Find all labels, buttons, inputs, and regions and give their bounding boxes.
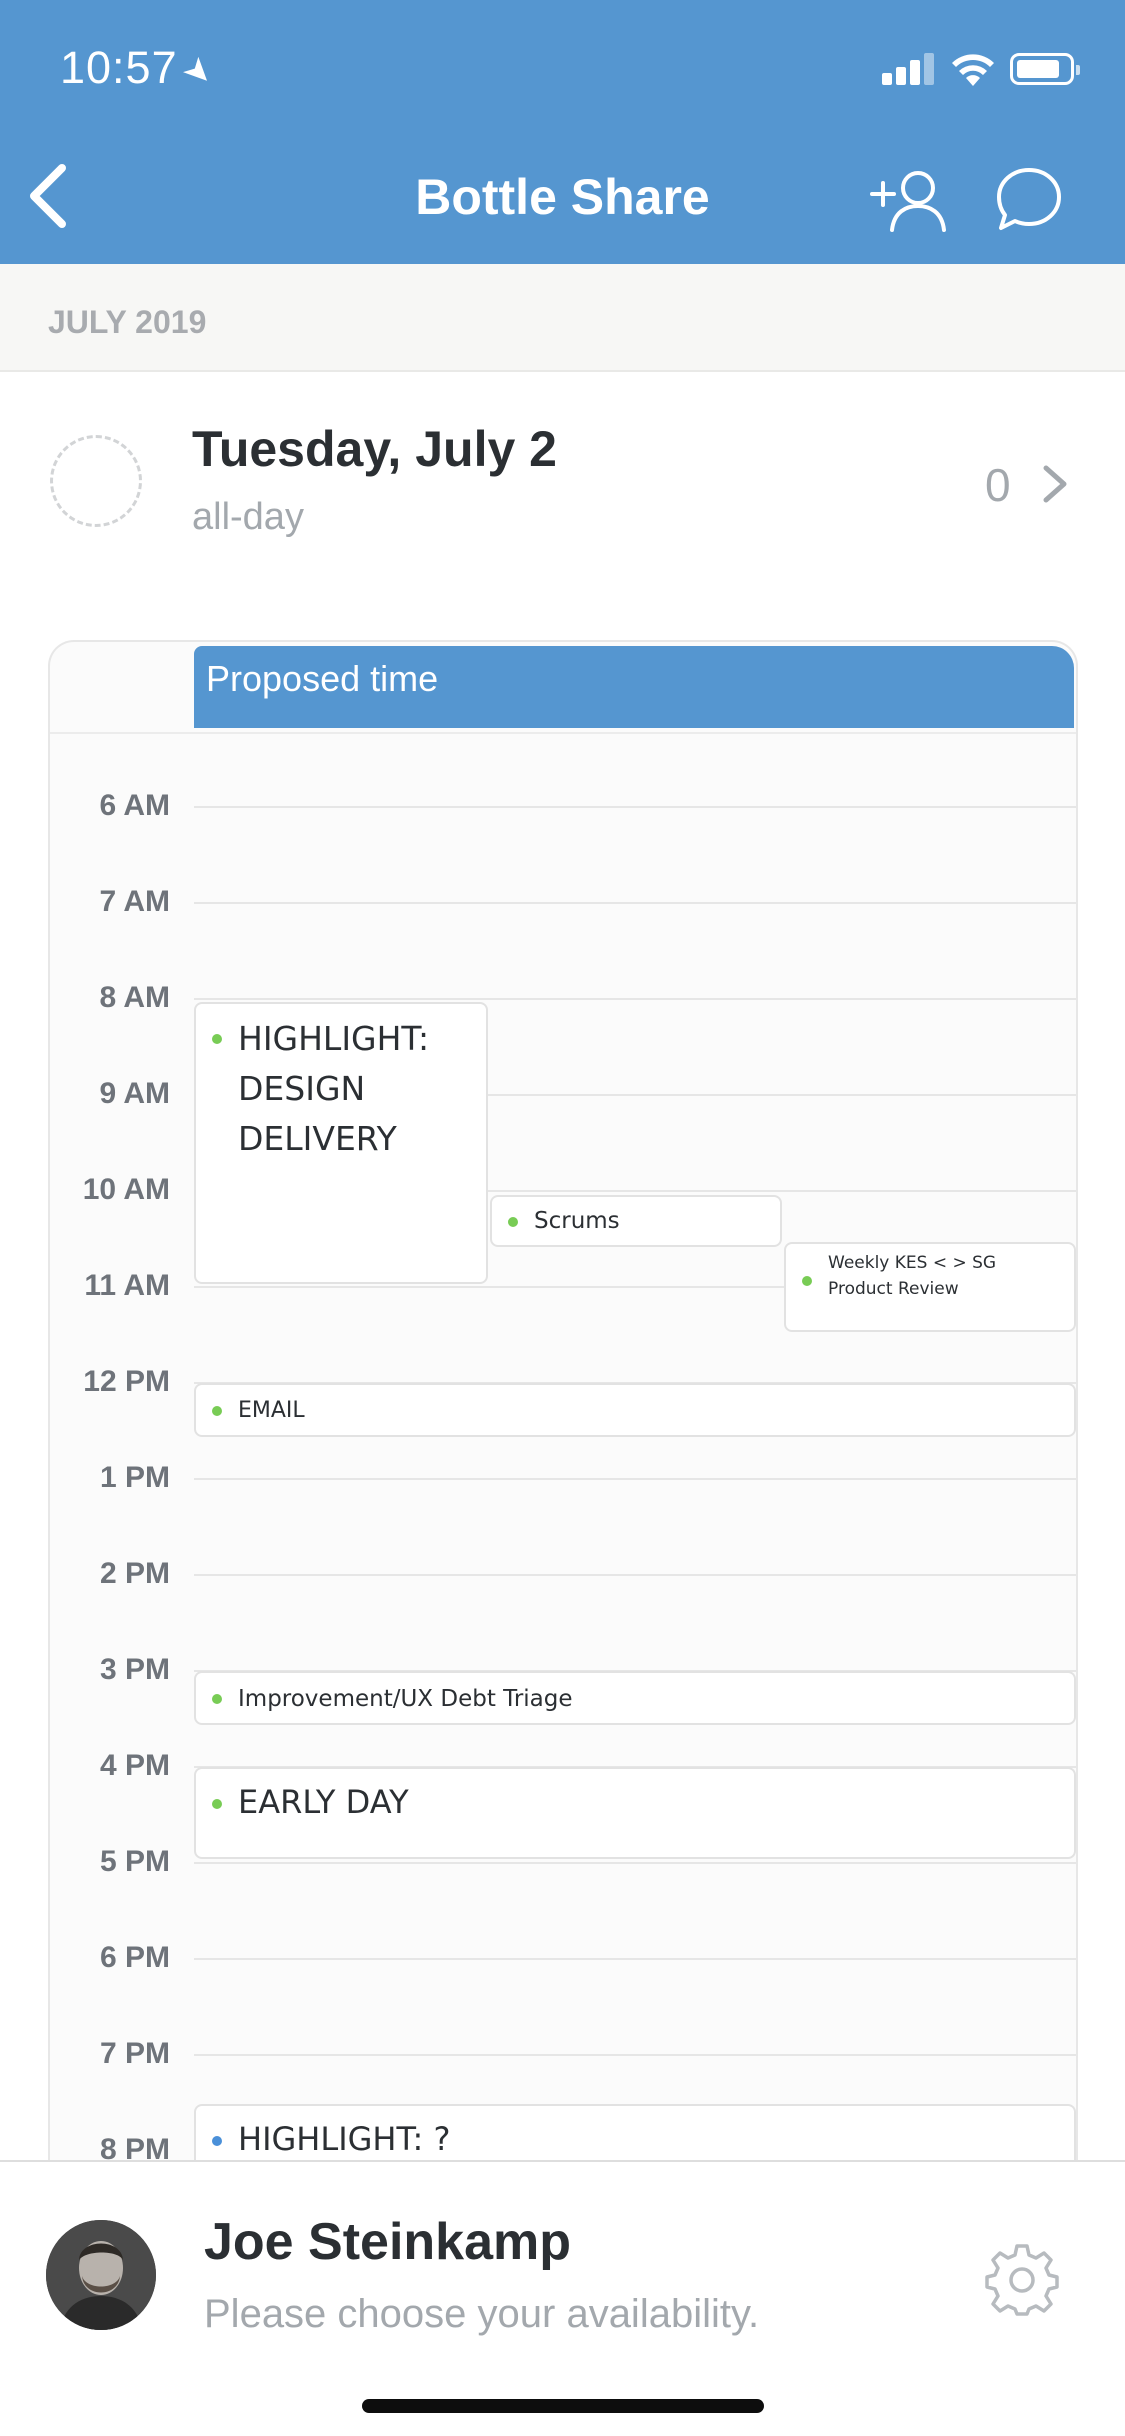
hour-label: 6 AM [99, 789, 170, 822]
event-title: EMAIL [238, 1398, 305, 1423]
hour-label: 5 PM [99, 1845, 170, 1878]
date-title[interactable]: Tuesday, July 2 [192, 420, 557, 478]
wifi-icon [952, 54, 994, 86]
chevron-right-icon[interactable] [1040, 462, 1070, 506]
event-title: HIGHLIGHT: DESIGN DELIVERY [238, 1019, 430, 1158]
hour-line [194, 902, 1076, 904]
gear-icon[interactable] [985, 2242, 1059, 2316]
hour-label: 1 PM [99, 1461, 170, 1494]
event-title: HIGHLIGHT: ? [238, 2120, 451, 2158]
day-calendar[interactable]: Proposed time 6 AM 7 AM 8 AM 9 AM 10 AM … [48, 640, 1078, 2160]
hour-line [194, 806, 1076, 808]
event-dot [212, 1799, 222, 1809]
event-dot [212, 1034, 222, 1044]
home-indicator[interactable] [362, 2399, 764, 2413]
hour-label: 7 PM [99, 2037, 170, 2070]
page-title: Bottle Share [415, 169, 710, 225]
response-count: 0 [985, 459, 1011, 511]
availability-prompt: Please choose your availability. [204, 2292, 760, 2336]
status-time: 10:57➤ [60, 42, 222, 96]
hour-label: 7 AM [99, 885, 170, 918]
location-arrow-icon: ➤ [174, 48, 223, 96]
chat-bubble-icon[interactable] [995, 166, 1063, 232]
add-person-icon[interactable] [870, 168, 948, 234]
hour-label: 12 PM [83, 1365, 170, 1398]
hour-line [194, 2054, 1076, 2056]
event-weekly-kes-sg[interactable]: Weekly KES < > SG Product Review [784, 1242, 1076, 1332]
date-select-circle[interactable] [50, 435, 142, 527]
event-highlight-design-delivery[interactable]: HIGHLIGHT: DESIGN DELIVERY [194, 1002, 488, 1284]
cellular-signal-icon [882, 53, 934, 85]
hour-label: 10 AM [82, 1173, 170, 1206]
hour-label: 9 AM [99, 1077, 170, 1110]
event-title: Improvement/UX Debt Triage [238, 1686, 573, 1712]
date-subtitle: all-day [192, 496, 304, 538]
nav-header: 10:57➤ Bottle Share [0, 0, 1125, 264]
event-title: EARLY DAY [238, 1783, 409, 1821]
event-title: Scrums [534, 1208, 620, 1234]
event-scrums[interactable]: Scrums [490, 1195, 782, 1247]
participant-name: Joe Steinkamp [204, 2213, 572, 2271]
hour-label: 2 PM [99, 1557, 170, 1590]
event-dot [212, 1694, 222, 1704]
event-title: Weekly KES < > SG Product Review [828, 1253, 997, 1299]
hour-label: 11 AM [84, 1269, 170, 1302]
hour-label: 4 PM [99, 1749, 170, 1782]
hour-line [194, 998, 1076, 1000]
hour-line [194, 1862, 1076, 1864]
hour-line [194, 1958, 1076, 1960]
event-email[interactable]: EMAIL [194, 1383, 1076, 1437]
battery-icon [1010, 53, 1080, 85]
month-band: JULY 2019 [0, 264, 1125, 372]
month-label: JULY 2019 [48, 304, 207, 340]
hour-line [194, 1574, 1076, 1576]
event-dot [508, 1217, 518, 1227]
participant-panel: Joe Steinkamp Please choose your availab… [0, 2160, 1125, 2436]
event-dot [212, 2136, 222, 2146]
avatar [46, 2220, 156, 2330]
event-highlight-question[interactable]: HIGHLIGHT: ? [194, 2104, 1076, 2160]
proposed-time-header[interactable]: Proposed time [194, 646, 1074, 728]
event-dot [212, 1406, 222, 1416]
event-improvement-ux-debt-triage[interactable]: Improvement/UX Debt Triage [194, 1671, 1076, 1725]
hour-label: 8 PM [99, 2133, 170, 2160]
hour-line [194, 1478, 1076, 1480]
event-early-day[interactable]: EARLY DAY [194, 1767, 1076, 1859]
hour-label: 6 PM [99, 1941, 170, 1974]
divider [50, 732, 1076, 734]
hour-label: 8 AM [99, 981, 170, 1014]
hour-label: 3 PM [99, 1653, 170, 1686]
status-time-text: 10:57 [60, 42, 178, 93]
event-dot [802, 1276, 812, 1286]
